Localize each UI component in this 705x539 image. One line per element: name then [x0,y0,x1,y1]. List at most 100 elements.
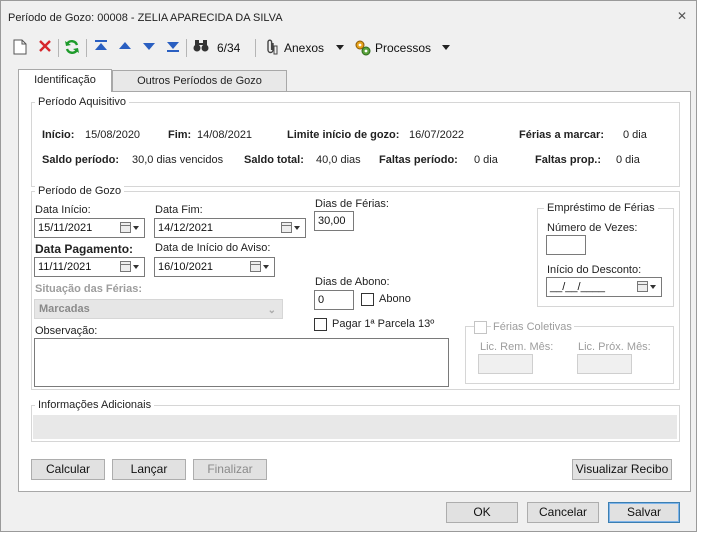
faltas-periodo-value: 0 dia [474,154,498,166]
record-counter: 6/34 [217,41,241,55]
ferias-coletivas-label: Férias Coletivas [491,321,574,333]
emprestimo-title: Empréstimo de Férias [544,202,658,214]
limite-gozo-value: 16/07/2022 [409,129,465,141]
delete-icon[interactable] [36,39,54,57]
faltas-prop-value: 0 dia [616,154,640,166]
toolbar-separator [255,39,256,57]
inicio-value: 15/08/2020 [85,129,141,141]
lic-prox-field [577,354,632,374]
data-fim-label: Data Fim: [155,204,203,216]
inicio-desconto-label: Início do Desconto: [547,264,642,276]
close-icon[interactable]: ✕ [674,9,690,23]
pagar-parcela-checkbox[interactable] [314,318,327,331]
dias-abono-value: 0 [318,294,325,306]
inicio-desconto-field[interactable]: __/__/____ [546,277,662,297]
data-pagamento-label: Data Pagamento: [35,242,134,256]
info-adicionais-title: Informações Adicionais [35,399,155,411]
tab-outros-periodos[interactable]: Outros Períodos de Gozo [112,70,287,92]
num-vezes-field[interactable] [546,235,586,255]
dialog-window: Período de Gozo: 00008 - ZELIA APARECIDA… [0,0,697,532]
toolbar-separator [86,39,87,57]
toolbar-separator [58,39,59,57]
calendar-dropdown-icon[interactable] [278,220,304,236]
saldo-total-value: 40,0 dias [316,154,361,166]
anexos-menu[interactable]: Anexos [284,41,324,55]
data-aviso-field[interactable]: 16/10/2021 [154,257,275,277]
lic-rem-field [478,354,533,374]
finalizar-button: Finalizar [193,459,267,480]
visualizar-recibo-button[interactable]: Visualizar Recibo [572,459,672,480]
ferias-marcar-value: 0 dia [623,129,647,141]
ferias-marcar-label: Férias a marcar: [519,129,604,141]
new-document-icon[interactable] [11,39,29,57]
previous-record-icon[interactable] [116,39,134,57]
fim-label: Fim: [168,129,192,141]
cancelar-button[interactable]: Cancelar [527,502,599,523]
abono-label: Abono [379,293,411,305]
saldo-periodo-value: 30,0 dias vencidos [132,154,224,166]
calcular-button[interactable]: Calcular [31,459,105,480]
dias-ferias-value: 30,00 [318,215,346,227]
data-inicio-label: Data Início: [35,204,91,216]
next-record-icon[interactable] [140,39,158,57]
toolbar-separator [186,39,187,57]
faltas-periodo-label: Faltas período: [379,154,458,166]
processos-menu[interactable]: Processos [375,41,431,55]
data-fim-field[interactable]: 14/12/2021 [154,218,306,238]
window-title: Período de Gozo: 00008 - ZELIA APARECIDA… [8,12,283,24]
data-inicio-field[interactable]: 15/11/2021 [34,218,145,238]
data-fim-value: 14/12/2021 [158,222,214,234]
data-aviso-label: Data de Início do Aviso: [155,242,271,254]
binoculars-icon[interactable] [192,39,210,57]
tab-identificacao[interactable]: Identificação [18,69,112,92]
tab-panel-identificacao: Período Aquisitivo Início: 15/08/2020 Fi… [18,91,691,492]
faltas-prop-label: Faltas prop.: [535,154,602,166]
first-record-icon[interactable] [92,39,110,57]
chevron-down-icon: ⌄ [267,305,276,316]
situacao-ferias-value: Marcadas [39,303,90,315]
ferias-coletivas-checkbox [474,321,487,334]
data-aviso-value: 16/10/2021 [158,261,214,273]
salvar-button[interactable]: Salvar [608,502,680,523]
anexos-dropdown-icon[interactable] [336,45,344,50]
fim-value: 14/08/2021 [197,129,253,141]
lic-prox-label: Lic. Próx. Mês: [578,341,651,353]
inicio-desconto-value: __/__/____ [550,281,606,293]
saldo-periodo-label: Saldo período: [42,154,119,166]
title-bar: Período de Gozo: 00008 - ZELIA APARECIDA… [1,1,696,31]
gears-icon[interactable] [354,39,372,57]
observacao-textarea[interactable] [34,338,449,387]
calendar-dropdown-icon[interactable] [117,220,143,236]
limite-gozo-label: Limite início de gozo: [287,129,400,141]
ok-button[interactable]: OK [446,502,518,523]
dias-abono-label: Dias de Abono: [315,276,390,288]
lancar-button[interactable]: Lançar [112,459,186,480]
periodo-gozo-title: Período de Gozo [35,185,125,197]
info-adicionais-area [33,415,677,439]
inicio-label: Início: [42,129,75,141]
pagar-parcela-label: Pagar 1ª Parcela 13º [332,318,435,330]
calendar-dropdown-icon[interactable] [117,259,143,275]
periodo-aquisitivo-group [31,102,680,187]
data-pagamento-field[interactable]: 11/11/2021 [34,257,145,277]
data-inicio-value: 15/11/2021 [38,222,93,234]
last-record-icon[interactable] [164,39,182,57]
observacao-label: Observação: [35,325,98,337]
toolbar: 6/34 Anexos Processos [1,33,696,63]
situacao-ferias-label: Situação das Férias: [35,283,142,295]
periodo-aquisitivo-title: Período Aquisitivo [35,96,130,108]
num-vezes-label: Número de Vezes: [547,222,638,234]
data-pagamento-value: 11/11/2021 [38,261,92,273]
paperclip-icon[interactable] [262,39,280,57]
calendar-dropdown-icon[interactable] [634,279,660,295]
dias-ferias-label: Dias de Férias: [315,198,389,210]
lic-rem-label: Lic. Rem. Mês: [480,341,554,353]
refresh-icon[interactable] [63,39,81,57]
abono-checkbox[interactable] [361,293,374,306]
saldo-total-label: Saldo total: [244,154,304,166]
calendar-dropdown-icon[interactable] [247,259,273,275]
dias-ferias-field[interactable]: 30,00 [314,211,354,231]
processos-dropdown-icon[interactable] [442,45,450,50]
dias-abono-field[interactable]: 0 [314,290,354,310]
situacao-ferias-select: Marcadas ⌄ [34,299,283,319]
